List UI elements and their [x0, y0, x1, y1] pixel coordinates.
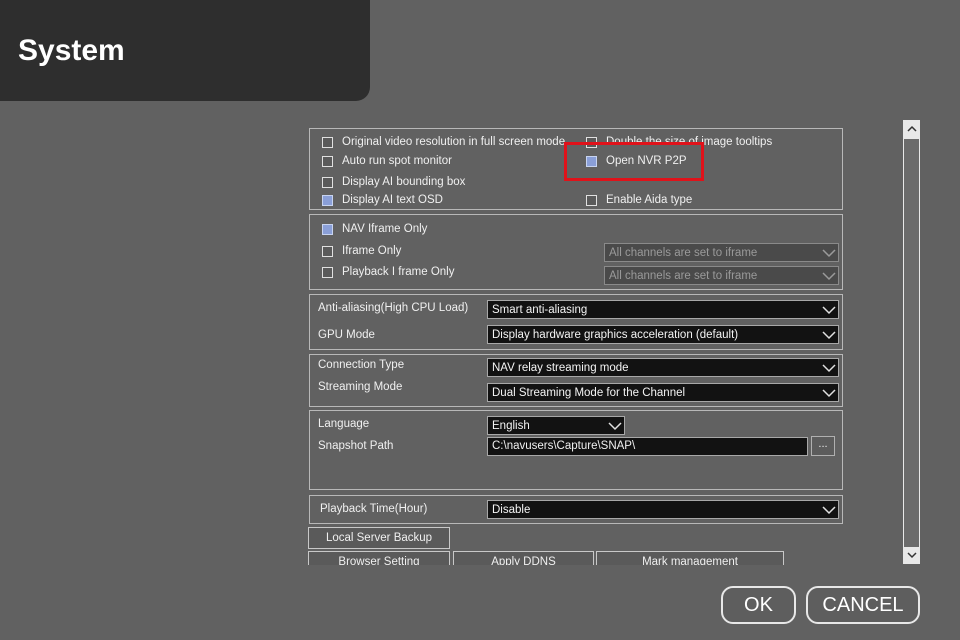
page-title: System — [18, 34, 125, 68]
gpu-mode-label: GPU Mode — [318, 329, 375, 341]
chevron-down-icon[interactable] — [820, 244, 838, 261]
checkbox-icon[interactable] — [586, 195, 597, 206]
anti-aliasing-select[interactable]: Smart anti-aliasing — [487, 300, 839, 319]
checkbox-ai-bounding-box[interactable]: Display AI bounding box — [322, 174, 465, 190]
checkbox-icon[interactable] — [322, 156, 333, 167]
anti-aliasing-label: Anti-aliasing(High CPU Load) — [318, 302, 468, 314]
local-server-backup-button[interactable]: Local Server Backup — [308, 527, 450, 549]
checkbox-icon[interactable] — [322, 137, 333, 148]
snapshot-path-label: Snapshot Path — [318, 440, 393, 452]
checkbox-checked-icon[interactable] — [322, 224, 333, 235]
checkbox-auto-run-spot[interactable]: Auto run spot monitor — [322, 153, 452, 169]
header: System — [0, 0, 370, 101]
checkbox-icon[interactable] — [322, 246, 333, 257]
scrollbar[interactable] — [903, 120, 920, 564]
mark-management-button[interactable]: Mark management — [596, 551, 784, 565]
checkbox-nav-iframe-only[interactable]: NAV Iframe Only — [322, 221, 427, 237]
playback-time-label: Playback Time(Hour) — [320, 503, 427, 515]
connection-group: Connection Type NAV relay streaming mode… — [309, 354, 843, 407]
checkbox-iframe-only[interactable]: Iframe Only — [322, 243, 401, 259]
iframe-group: NAV Iframe Only Iframe Only Playback I f… — [309, 214, 843, 290]
language-label: Language — [318, 418, 369, 430]
cancel-button[interactable]: CANCEL — [806, 586, 920, 624]
browser-setting-button[interactable]: Browser Setting — [308, 551, 450, 565]
connection-type-select[interactable]: NAV relay streaming mode — [487, 358, 839, 377]
general-group: Language English Snapshot Path C:\navuse… — [309, 410, 843, 490]
chevron-down-icon[interactable] — [820, 267, 838, 284]
chevron-down-icon[interactable] — [820, 384, 838, 401]
chevron-down-icon[interactable] — [820, 501, 838, 518]
apply-ddns-button[interactable]: Apply DDNS — [453, 551, 594, 565]
checkbox-playback-iframe-only[interactable]: Playback I frame Only — [322, 264, 454, 280]
playback-time-select[interactable]: Disable — [487, 500, 839, 519]
language-select[interactable]: English — [487, 416, 625, 435]
chevron-down-icon[interactable] — [820, 359, 838, 376]
chevron-down-icon[interactable] — [606, 417, 624, 434]
scroll-up-icon[interactable] — [903, 120, 920, 137]
settings-panel: Original video resolution in full screen… — [308, 127, 904, 565]
checkbox-enable-aida[interactable]: Enable Aida type — [586, 192, 692, 208]
playback-iframe-select[interactable]: All channels are set to iframe — [604, 266, 839, 285]
highlight-box — [564, 142, 704, 181]
scroll-thumb[interactable] — [904, 139, 919, 547]
checkbox-checked-icon[interactable] — [322, 195, 333, 206]
render-group: Anti-aliasing(High CPU Load) Smart anti-… — [309, 294, 843, 350]
chevron-down-icon[interactable] — [820, 326, 838, 343]
checkbox-ai-text-osd[interactable]: Display AI text OSD — [322, 192, 443, 208]
connection-type-label: Connection Type — [318, 359, 404, 371]
ok-button[interactable]: OK — [721, 586, 796, 624]
playback-group: Playback Time(Hour) Disable — [309, 495, 843, 524]
iframe-only-select[interactable]: All channels are set to iframe — [604, 243, 839, 262]
gpu-mode-select[interactable]: Display hardware graphics acceleration (… — [487, 325, 839, 344]
streaming-mode-label: Streaming Mode — [318, 381, 402, 393]
browse-button[interactable]: ... — [811, 436, 835, 456]
snapshot-path-input[interactable]: C:\navusers\Capture\SNAP\ — [487, 437, 808, 456]
checkbox-icon[interactable] — [322, 177, 333, 188]
streaming-mode-select[interactable]: Dual Streaming Mode for the Channel — [487, 383, 839, 402]
chevron-down-icon[interactable] — [820, 301, 838, 318]
scroll-down-icon[interactable] — [903, 547, 920, 564]
checkbox-original-resolution[interactable]: Original video resolution in full screen… — [322, 134, 565, 150]
checkbox-icon[interactable] — [322, 267, 333, 278]
